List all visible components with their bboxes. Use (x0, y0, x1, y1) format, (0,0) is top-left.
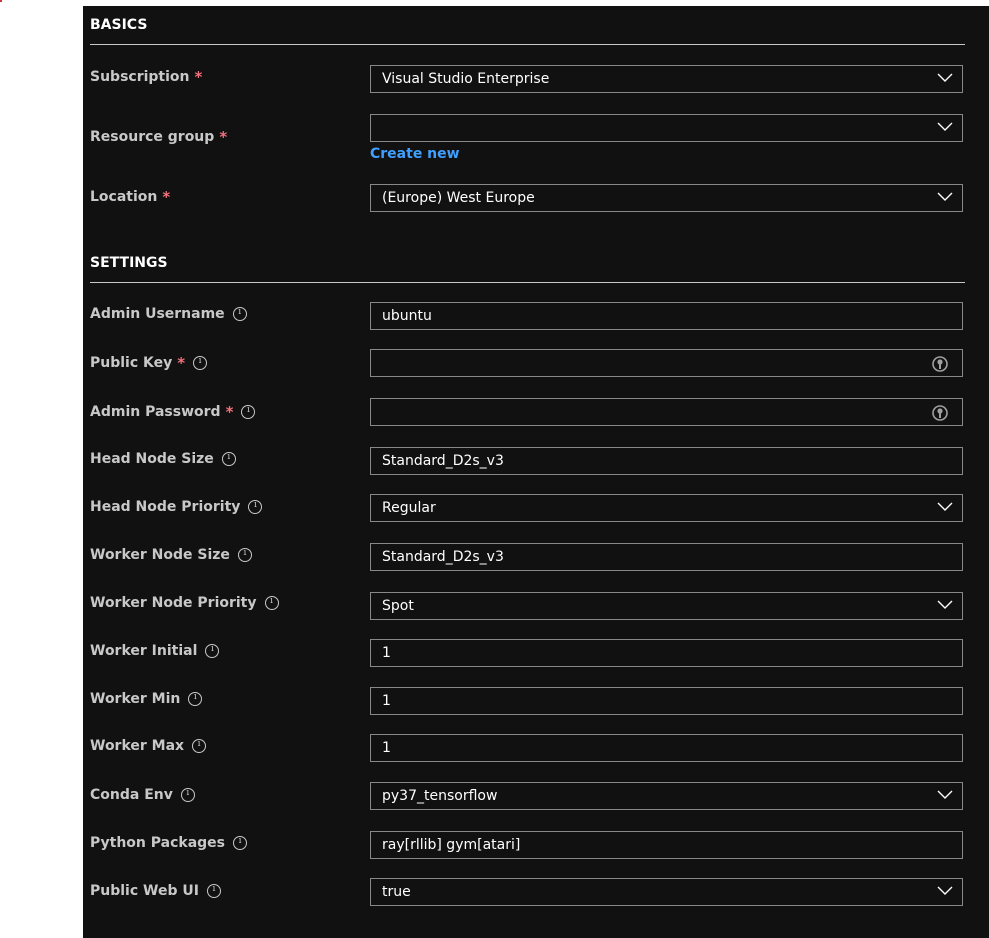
corner-marker (0, 0, 2, 2)
worker-min-label-text: Worker Min (90, 691, 181, 707)
head-node-size-value: Standard_D2s_v3 (382, 453, 504, 469)
required-asterisk: * (162, 188, 171, 206)
worker-min-value: 1 (382, 693, 391, 709)
chevron-down-icon (937, 886, 953, 896)
conda-env-dropdown[interactable]: py37_tensorflow (370, 782, 963, 810)
info-icon[interactable] (241, 405, 256, 419)
worker-node-size-input[interactable]: Standard_D2s_v3 (370, 543, 963, 571)
head-node-priority-label: Head Node Priority (90, 499, 263, 515)
admin-password-input[interactable] (370, 398, 963, 426)
worker-max-value: 1 (382, 740, 391, 756)
worker-max-label-text: Worker Max (90, 738, 185, 754)
worker-node-priority-label: Worker Node Priority (90, 595, 279, 611)
worker-node-priority-value: Spot (382, 598, 414, 614)
subscription-label: Subscription * (90, 68, 202, 86)
worker-node-priority-dropdown[interactable]: Spot (370, 592, 963, 620)
head-node-priority-value: Regular (382, 500, 436, 516)
public-key-label: Public Key * (90, 354, 208, 372)
chevron-down-icon (937, 790, 953, 800)
public-key-input[interactable] (370, 349, 963, 377)
required-asterisk: * (225, 403, 234, 421)
public-web-ui-label: Public Web UI (90, 883, 221, 899)
location-dropdown[interactable]: (Europe) West Europe (370, 184, 963, 212)
location-label: Location * (90, 188, 170, 206)
worker-min-input[interactable]: 1 (370, 687, 963, 715)
info-icon[interactable] (233, 836, 248, 850)
conda-env-label-text: Conda Env (90, 787, 173, 803)
admin-password-label-text: Admin Password (90, 404, 221, 420)
required-asterisk: * (177, 354, 186, 372)
settings-section-title: SETTINGS (90, 255, 168, 271)
required-asterisk: * (219, 128, 228, 146)
worker-min-label: Worker Min (90, 691, 203, 707)
admin-username-label-text: Admin Username (90, 306, 225, 322)
key-vault-icon[interactable] (930, 403, 950, 423)
admin-username-value: ubuntu (382, 308, 432, 324)
chevron-down-icon (937, 192, 953, 202)
info-icon[interactable] (192, 739, 207, 753)
resource-group-label: Resource group * (90, 128, 227, 146)
head-node-priority-dropdown[interactable]: Regular (370, 494, 963, 522)
info-icon[interactable] (248, 500, 263, 514)
info-icon[interactable] (232, 307, 247, 321)
worker-initial-input[interactable]: 1 (370, 639, 963, 667)
conda-env-value: py37_tensorflow (382, 788, 498, 804)
worker-max-label: Worker Max (90, 738, 207, 754)
worker-initial-value: 1 (382, 645, 391, 661)
python-packages-value: ray[rllib] gym[atari] (382, 837, 521, 853)
location-value: (Europe) West Europe (382, 190, 535, 206)
basics-divider (90, 44, 965, 45)
head-node-priority-label-text: Head Node Priority (90, 499, 241, 515)
public-web-ui-dropdown[interactable]: true (370, 878, 963, 906)
worker-node-size-label-text: Worker Node Size (90, 547, 230, 563)
worker-initial-label-text: Worker Initial (90, 643, 198, 659)
resource-group-label-text: Resource group (90, 129, 215, 145)
chevron-down-icon (937, 73, 953, 83)
info-icon[interactable] (206, 884, 221, 898)
head-node-size-label: Head Node Size (90, 451, 236, 467)
key-vault-icon[interactable] (930, 354, 950, 374)
chevron-down-icon (937, 502, 953, 512)
conda-env-label: Conda Env (90, 787, 195, 803)
admin-password-label: Admin Password * (90, 403, 256, 421)
worker-max-input[interactable]: 1 (370, 734, 963, 762)
python-packages-input[interactable]: ray[rllib] gym[atari] (370, 831, 963, 859)
basics-section-title: BASICS (90, 17, 148, 33)
worker-node-size-label: Worker Node Size (90, 547, 252, 563)
admin-username-label: Admin Username (90, 306, 247, 322)
python-packages-label-text: Python Packages (90, 835, 226, 851)
public-key-label-text: Public Key (90, 355, 173, 371)
info-icon[interactable] (205, 644, 220, 658)
required-asterisk: * (194, 68, 203, 86)
chevron-down-icon (937, 122, 953, 132)
create-new-link[interactable]: Create new (370, 146, 460, 162)
info-icon[interactable] (193, 356, 208, 370)
info-icon[interactable] (221, 452, 236, 466)
form-panel: BASICS Subscription * Visual Studio Ente… (83, 6, 989, 938)
public-web-ui-label-text: Public Web UI (90, 883, 199, 899)
subscription-dropdown[interactable]: Visual Studio Enterprise (370, 65, 963, 93)
subscription-value: Visual Studio Enterprise (382, 71, 550, 87)
python-packages-label: Python Packages (90, 835, 248, 851)
chevron-down-icon (937, 600, 953, 610)
settings-divider (90, 282, 965, 283)
worker-node-priority-label-text: Worker Node Priority (90, 595, 257, 611)
location-label-text: Location (90, 189, 158, 205)
info-icon[interactable] (264, 596, 279, 610)
resource-group-dropdown[interactable] (370, 114, 963, 142)
worker-initial-label: Worker Initial (90, 643, 220, 659)
worker-node-size-value: Standard_D2s_v3 (382, 549, 504, 565)
subscription-label-text: Subscription (90, 69, 190, 85)
info-icon[interactable] (237, 548, 252, 562)
admin-username-input[interactable]: ubuntu (370, 302, 963, 330)
head-node-size-input[interactable]: Standard_D2s_v3 (370, 447, 963, 475)
head-node-size-label-text: Head Node Size (90, 451, 214, 467)
info-icon[interactable] (188, 692, 203, 706)
info-icon[interactable] (180, 788, 195, 802)
public-web-ui-value: true (382, 884, 411, 900)
